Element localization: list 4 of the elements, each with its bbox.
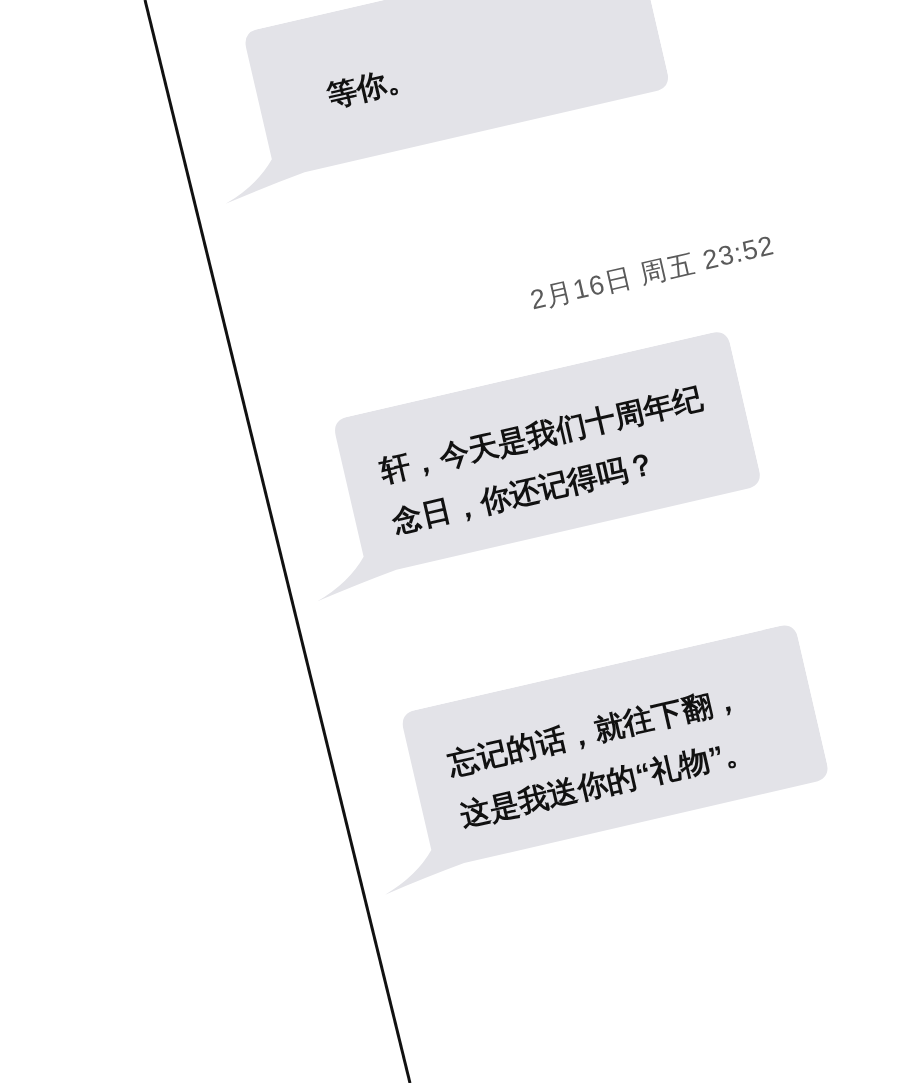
message-text: 等你。	[322, 58, 420, 115]
message-text: 轩，今天是我们十周年纪 念日，你还记得吗？	[376, 379, 708, 541]
timestamp-text: 2月16日 周五 23:52	[527, 228, 778, 317]
message-text: 忘记的话，就往下翻， 这是我送你的“礼物”。	[443, 680, 758, 835]
